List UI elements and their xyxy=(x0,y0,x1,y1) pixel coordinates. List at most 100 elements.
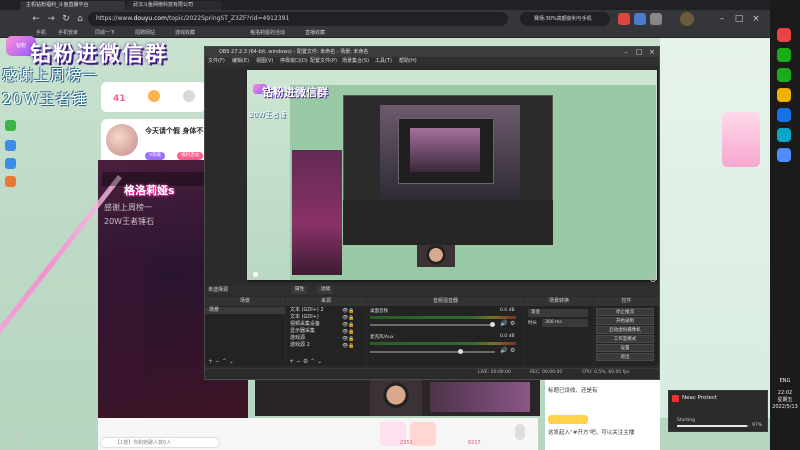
close-icon[interactable]: × xyxy=(646,47,658,57)
sound-icon[interactable] xyxy=(183,90,195,102)
screen: 主机钻粉福利_斗鱼直播平台 武汉斗鱼网络科技有限公司 ← → ↻ ⌂ https… xyxy=(0,0,800,450)
promo-banner[interactable] xyxy=(722,112,760,167)
bookmark-item[interactable]: 直播收藏 xyxy=(305,28,325,38)
dock-header-transitions: 场景转换 xyxy=(525,297,593,306)
clock-weekday: 星期五 xyxy=(777,397,793,403)
toggle-switch[interactable] xyxy=(515,424,525,440)
bookmark-item[interactable]: 格洛莉娅的活动 xyxy=(250,28,285,38)
mixer-channel-name: 桌面音频 xyxy=(370,309,388,314)
anchor-avatar[interactable] xyxy=(106,124,138,156)
comment-input[interactable]: 【1楼】你和她聊人数0人 xyxy=(100,437,220,448)
neac-logo-icon xyxy=(672,395,679,402)
shield-icon[interactable] xyxy=(650,13,662,25)
wechat-icon[interactable] xyxy=(5,120,16,131)
app-icon[interactable] xyxy=(777,108,791,122)
resize-handle[interactable] xyxy=(650,276,656,282)
gift-count: 6217 xyxy=(468,440,481,446)
stop-stream-button[interactable]: 停止推流 xyxy=(596,308,654,316)
tab-company[interactable]: 武汉斗鱼网络科技有限公司 xyxy=(127,1,222,10)
mixer-channel-db: 0.0 dB xyxy=(500,308,515,313)
gear-icon[interactable]: ⚙ xyxy=(510,320,515,327)
minimize-icon[interactable]: – xyxy=(620,47,632,57)
menu-view[interactable]: 视图(V) xyxy=(256,57,273,66)
wechat-icon[interactable] xyxy=(777,48,791,62)
app-icon[interactable] xyxy=(777,128,791,142)
properties-button[interactable]: 属性 xyxy=(292,286,307,294)
gift-icon[interactable] xyxy=(148,90,160,102)
preview-webcam xyxy=(417,245,455,267)
ext-icon[interactable] xyxy=(634,13,646,25)
resize-handle[interactable] xyxy=(253,272,258,277)
volume-slider[interactable] xyxy=(370,324,495,326)
webcam-feed xyxy=(370,378,422,416)
speaker-icon[interactable]: 🔊 xyxy=(500,320,507,327)
duration-label: 时长 xyxy=(528,321,537,326)
duration-input[interactable]: 300 ms xyxy=(542,319,588,327)
nested-docks xyxy=(343,200,553,245)
studio-mode-button[interactable]: 工作室模式 xyxy=(596,335,654,343)
bookmark-item[interactable]: 手机管家 xyxy=(58,28,78,38)
left-dock xyxy=(0,38,22,450)
live-status: LIVE: 00:00:00 xyxy=(478,370,511,375)
home-icon[interactable]: ⌂ xyxy=(74,12,86,26)
app-icon[interactable] xyxy=(777,148,791,162)
speaker-icon[interactable]: 🔊 xyxy=(500,347,507,354)
stream-subtitle: 20W王者锤石 xyxy=(104,217,155,226)
eye-lock-icons[interactable]: 👁🔒 👁🔒 👁🔒 👁🔒 👁🔒 👁🔒 xyxy=(342,308,362,349)
settings-button[interactable]: 设置 xyxy=(596,344,654,352)
menu-help[interactable]: 帮助(H) xyxy=(399,57,417,66)
add-scene-icon[interactable]: + − ⌃ ⌄ xyxy=(208,357,234,366)
exit-button[interactable]: 退出 xyxy=(596,353,654,361)
bookmark-item[interactable]: 同城一下 xyxy=(95,28,115,38)
transition-select[interactable]: 渐变 xyxy=(528,309,588,317)
forward-icon[interactable]: → xyxy=(45,12,57,26)
bookmark-item[interactable]: 游戏收藏 xyxy=(175,28,195,38)
send-gift-badge[interactable] xyxy=(548,415,588,424)
menu-tools[interactable]: 工具(T) xyxy=(375,57,392,66)
app-icon[interactable] xyxy=(5,176,16,187)
menu-scene-collection[interactable]: 场景集合(S) xyxy=(342,57,369,66)
url-input[interactable]: https://www.douyu.com/topic/2022SpringST… xyxy=(88,12,508,26)
reload-icon[interactable]: ↻ xyxy=(60,12,72,26)
avatar[interactable] xyxy=(680,12,694,26)
menu-file[interactable]: 文件(F) xyxy=(208,57,225,66)
scene-item[interactable]: 场景 xyxy=(205,307,285,314)
anchor-title: 今天请个假 身体不 xyxy=(145,127,204,135)
app-icon[interactable] xyxy=(777,68,791,82)
settings-icon[interactable] xyxy=(14,432,23,441)
minimize-icon[interactable]: – xyxy=(716,12,728,26)
virtual-camera-button[interactable]: 启动虚拟摄像机 xyxy=(596,326,654,334)
maximize-icon[interactable]: □ xyxy=(733,12,745,26)
system-clock[interactable]: 22:02 星期五 2022/5/13 xyxy=(772,390,798,411)
app-icon[interactable] xyxy=(777,88,791,102)
gift-button[interactable] xyxy=(410,422,436,446)
bookmark-item[interactable]: 招聘网站 xyxy=(135,28,155,38)
menu-docks[interactable]: 停靠窗口(D) xyxy=(280,57,308,66)
game-icon[interactable] xyxy=(618,13,630,25)
app-icon[interactable] xyxy=(5,140,16,151)
volume-knob[interactable] xyxy=(490,322,495,327)
app-icon[interactable] xyxy=(5,158,16,169)
ad-text: 赛场:30%高额获利与手机 xyxy=(534,16,592,22)
close-icon[interactable]: × xyxy=(750,12,762,26)
volume-knob[interactable] xyxy=(458,349,463,354)
gear-icon[interactable]: ⚙ xyxy=(510,347,515,354)
menu-profile[interactable]: 配置文件(P) xyxy=(310,57,337,66)
filters-button[interactable]: 滤镜 xyxy=(318,286,333,294)
start-recording-button[interactable]: 开始录制 xyxy=(596,317,654,325)
bookmark-item[interactable]: 手机 xyxy=(36,28,46,38)
url-prefix: https://www. xyxy=(96,15,134,22)
add-source-icon[interactable]: + − ⚙ ⌃ ⌄ xyxy=(289,357,322,366)
back-icon[interactable]: ← xyxy=(30,12,42,26)
url-domain: douyu.com xyxy=(133,15,167,22)
menu-edit[interactable]: 编辑(E) xyxy=(232,57,249,66)
tab-douyu[interactable]: 主机钻粉福利_斗鱼直播平台 xyxy=(20,1,125,10)
app-icon[interactable] xyxy=(777,28,791,42)
volume-slider[interactable] xyxy=(370,351,495,353)
page-right-panel xyxy=(660,38,770,418)
maximize-icon[interactable]: □ xyxy=(633,47,645,57)
language-indicator[interactable]: ENG xyxy=(772,378,798,384)
ad-search-box[interactable]: 赛场:30%高额获利与手机 xyxy=(520,12,610,26)
neac-progress-fill xyxy=(677,425,747,427)
fans-badge[interactable]: 福利活动 xyxy=(177,152,203,160)
